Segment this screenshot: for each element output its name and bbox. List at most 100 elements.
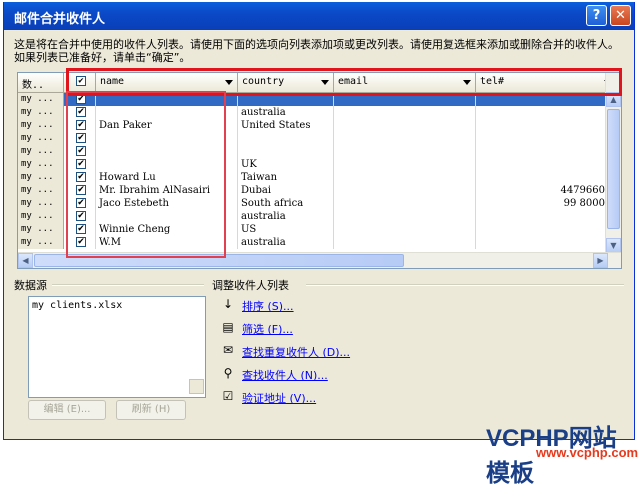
cell-country: US xyxy=(238,223,334,236)
col-check-header[interactable]: ✔ xyxy=(64,73,96,92)
cell-src: my ... xyxy=(18,184,64,197)
find-recipient-icon: ⚲ xyxy=(223,366,233,380)
chevron-down-icon[interactable] xyxy=(463,80,471,85)
table-row[interactable]: my ... ✔ xyxy=(18,132,608,145)
recipient-checkbox[interactable]: ✔ xyxy=(76,211,86,221)
cell-tel: 99 8000 xyxy=(476,197,608,210)
scroll-thumb[interactable] xyxy=(607,109,620,229)
recipient-checkbox[interactable]: ✔ xyxy=(76,198,86,208)
cell-tel xyxy=(476,119,608,132)
duplicates-icon: ✉ xyxy=(222,343,234,357)
cell-name: W.M xyxy=(96,236,238,249)
cell-country: UK xyxy=(238,158,334,171)
col-email-header[interactable]: email xyxy=(334,73,476,92)
recipient-checkbox[interactable]: ✔ xyxy=(76,237,86,247)
cell-country: Taiwan xyxy=(238,171,334,184)
resize-grip-icon xyxy=(189,379,204,394)
cell-country: United States xyxy=(238,119,334,132)
refresh-button[interactable]: 刷新 (H) xyxy=(116,400,186,420)
refine-link[interactable]: 排序 (S)... xyxy=(242,298,294,314)
table-row[interactable]: my ... australia ✔ xyxy=(18,106,608,119)
datasource-title: 数据源 xyxy=(14,279,47,292)
table-row[interactable]: my ... Dan Paker United States ✔ xyxy=(18,119,608,132)
cell-src: my ... xyxy=(18,210,64,223)
cell-src: my ... xyxy=(18,93,64,106)
scroll-right-button[interactable]: ▶ xyxy=(593,253,608,268)
cell-name xyxy=(96,93,238,106)
datasource-item[interactable]: my clients.xlsx xyxy=(32,300,205,311)
select-all-checkbox[interactable]: ✔ xyxy=(76,76,86,86)
grid-header: 数.. ✔ name country email tel# xyxy=(18,73,621,93)
recipients-grid[interactable]: 数.. ✔ name country email tel# my ... ✔ my … xyxy=(17,72,622,269)
table-row[interactable]: my ... ✔ xyxy=(18,93,608,106)
refine-link[interactable]: 查找重复收件人 (D)... xyxy=(242,344,350,360)
recipient-checkbox[interactable]: ✔ xyxy=(76,107,86,117)
mail-merge-recipients-dialog: 邮件合并收件人 ? ✕ 这是将在合并中使用的收件人列表。请使用下面的选项向列表添… xyxy=(3,2,635,440)
refine-link[interactable]: 查找收件人 (N)... xyxy=(242,367,328,383)
cell-name: Winnie Cheng xyxy=(96,223,238,236)
cell-country xyxy=(238,132,334,145)
datasource-list[interactable]: my clients.xlsx xyxy=(28,296,206,398)
cell-src: my ... xyxy=(18,223,64,236)
datasource-divider xyxy=(52,284,204,286)
recipient-checkbox[interactable]: ✔ xyxy=(76,146,86,156)
horizontal-scrollbar[interactable]: ◀ ▶ xyxy=(18,252,621,268)
title-bar: 邮件合并收件人 xyxy=(4,2,634,30)
sort-icon: ↓ xyxy=(222,297,234,311)
cell-email xyxy=(334,184,476,197)
table-row[interactable]: my ... Howard Lu Taiwan ✔ xyxy=(18,171,608,184)
cell-country: australia xyxy=(238,106,334,119)
table-row[interactable]: my ... Mr. Ibrahim AlNasairi Dubai 4479660 ✔ xyxy=(18,184,608,197)
cell-src: my ... xyxy=(18,236,64,249)
cell-email xyxy=(334,93,476,106)
scroll-left-button[interactable]: ◀ xyxy=(18,253,33,268)
watermark-url: www.vcphp.com xyxy=(536,445,639,460)
table-row[interactable]: my ... UK ✔ xyxy=(18,158,608,171)
cell-tel xyxy=(476,210,608,223)
refine-link[interactable]: 筛选 (F)... xyxy=(242,321,293,337)
table-row[interactable]: my ... australia ✔ xyxy=(18,210,608,223)
table-row[interactable]: my ... W.M australia ✔ xyxy=(18,236,608,249)
recipient-checkbox[interactable]: ✔ xyxy=(76,185,86,195)
recipient-checkbox[interactable]: ✔ xyxy=(76,120,86,130)
cell-tel xyxy=(476,132,608,145)
close-button[interactable]: ✕ xyxy=(610,5,631,26)
refine-title: 调整收件人列表 xyxy=(212,279,289,292)
recipient-checkbox[interactable]: ✔ xyxy=(76,159,86,169)
col-source-header[interactable]: 数.. xyxy=(18,73,64,92)
recipient-checkbox[interactable]: ✔ xyxy=(76,224,86,234)
scroll-up-button[interactable]: ▲ xyxy=(606,92,621,107)
cell-src: my ... xyxy=(18,197,64,210)
cell-src: my ... xyxy=(18,171,64,184)
cell-src: my ... xyxy=(18,158,64,171)
table-row[interactable]: my ... Jaco Estebeth South africa 99 8000 ✔ xyxy=(18,197,608,210)
recipient-checkbox[interactable]: ✔ xyxy=(76,172,86,182)
col-name-header[interactable]: name xyxy=(96,73,238,92)
refine-link[interactable]: 验证地址 (V)... xyxy=(242,390,316,406)
recipient-checkbox[interactable]: ✔ xyxy=(76,133,86,143)
scroll-thumb-horizontal[interactable] xyxy=(34,254,404,267)
cell-tel xyxy=(476,93,608,106)
cell-email xyxy=(334,119,476,132)
cell-email xyxy=(334,197,476,210)
edit-button[interactable]: 编辑 (E)... xyxy=(28,400,106,420)
filter-icon: ▤ xyxy=(222,320,234,334)
cell-src: my ... xyxy=(18,145,64,158)
col-tel-header[interactable]: tel# xyxy=(476,73,621,92)
col-country-header[interactable]: country xyxy=(238,73,334,92)
recipient-checkbox[interactable]: ✔ xyxy=(76,94,86,104)
vertical-scrollbar[interactable]: ▲ ▼ xyxy=(605,73,621,253)
table-row[interactable]: my ... Winnie Cheng US ✔ xyxy=(18,223,608,236)
table-row[interactable]: my ... ✔ xyxy=(18,145,608,158)
cell-email xyxy=(334,236,476,249)
cell-tel xyxy=(476,158,608,171)
cell-email xyxy=(334,158,476,171)
cell-country: South africa xyxy=(238,197,334,210)
chevron-down-icon[interactable] xyxy=(225,80,233,85)
help-button[interactable]: ? xyxy=(586,5,607,26)
cell-tel xyxy=(476,171,608,184)
chevron-down-icon[interactable] xyxy=(321,80,329,85)
scroll-down-button[interactable]: ▼ xyxy=(606,238,621,253)
cell-email xyxy=(334,132,476,145)
cell-email xyxy=(334,106,476,119)
